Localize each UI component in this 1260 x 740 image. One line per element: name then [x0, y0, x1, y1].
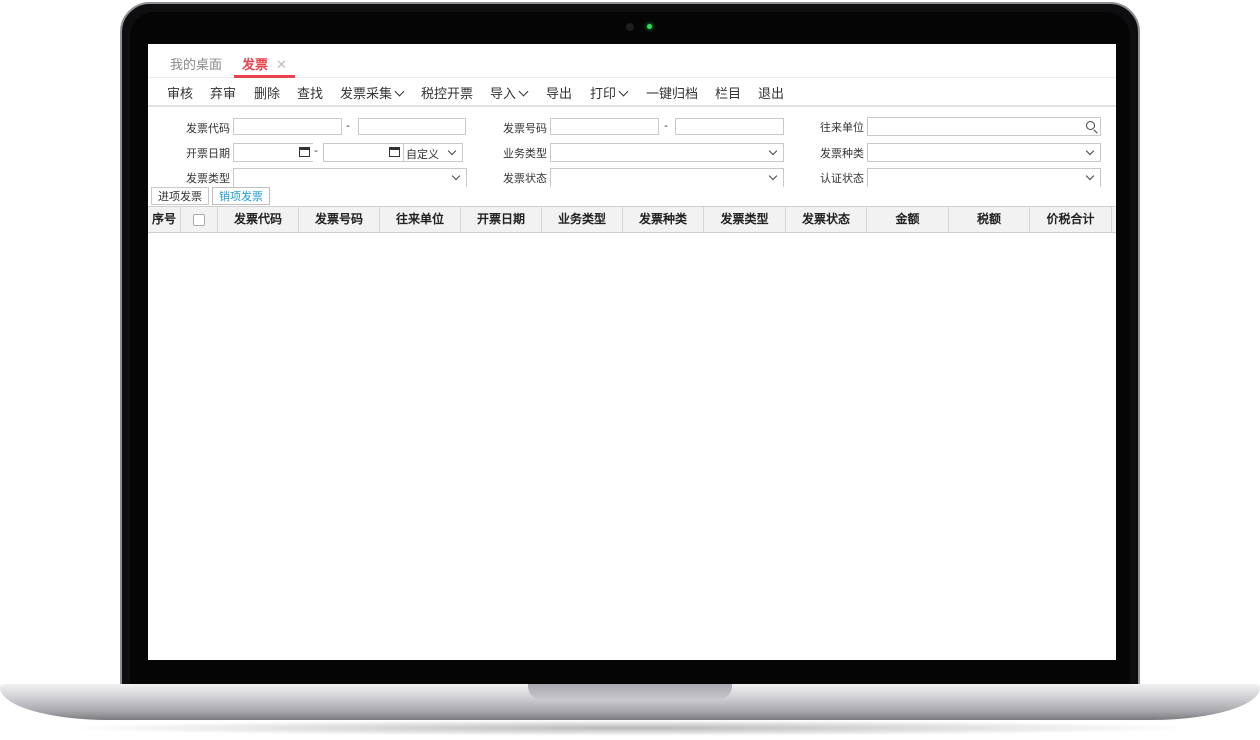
date-range-select[interactable]: 自定义 — [403, 143, 463, 162]
select-all-cell — [181, 207, 218, 232]
chevron-down-icon — [518, 86, 529, 97]
range-dash: - — [314, 144, 318, 157]
issue-date-label: 开票日期 — [186, 147, 230, 160]
invoice-status-label: 发票状态 — [503, 172, 547, 185]
calendar-icon[interactable] — [299, 147, 310, 157]
column-header[interactable]: 税额 — [949, 207, 1030, 232]
issue-date-to-input[interactable] — [323, 143, 403, 162]
column-header[interactable]: 发票代码 — [218, 207, 299, 232]
invoice-code-from-input[interactable] — [233, 118, 342, 135]
camera-led-icon — [647, 24, 652, 29]
column-header[interactable]: 金额 — [867, 207, 949, 232]
invoice-kind-label: 发票种类 — [820, 147, 864, 160]
chevron-down-icon — [1085, 171, 1095, 181]
invoice-number-label: 发票号码 — [503, 122, 547, 135]
column-header[interactable]: 往来单位 — [380, 207, 461, 232]
archive-button[interactable]: 一键归档 — [646, 83, 698, 102]
partner-label: 往来单位 — [820, 121, 864, 134]
tab-bar: 我的桌面 发票 ✕ — [148, 44, 1116, 78]
calendar-icon[interactable] — [389, 147, 400, 157]
import-menu[interactable]: 导入 — [490, 83, 529, 102]
range-dash: - — [346, 119, 350, 132]
tab-invoice[interactable]: 发票 ✕ — [234, 54, 295, 78]
print-menu[interactable]: 打印 — [590, 83, 629, 102]
tax-control-button[interactable]: 税控开票 — [421, 83, 473, 102]
import-label: 导入 — [490, 87, 517, 102]
chevron-down-icon — [618, 86, 629, 97]
column-header[interactable]: 发票状态 — [786, 207, 867, 232]
invoice-type-select[interactable] — [233, 168, 467, 187]
cert-status-label: 认证状态 — [820, 172, 864, 185]
chevron-down-icon — [451, 171, 461, 181]
laptop-shadow — [60, 720, 1200, 736]
column-header[interactable]: 发票类型 — [704, 207, 786, 232]
audit-button[interactable]: 审核 — [167, 83, 193, 102]
business-type-select[interactable] — [550, 143, 784, 162]
tab-input-invoice[interactable]: 进项发票 — [151, 187, 209, 205]
chevron-down-icon — [768, 146, 778, 156]
range-dash: - — [664, 119, 668, 132]
laptop-notch — [528, 684, 732, 700]
invoice-number-to-input[interactable] — [675, 118, 784, 135]
column-header[interactable]: 价税合计 — [1030, 207, 1112, 232]
search-icon[interactable] — [1086, 121, 1095, 130]
column-header[interactable]: 业务类型 — [542, 207, 623, 232]
column-header[interactable]: 开票日期 — [461, 207, 542, 232]
unaudit-button[interactable]: 弃审 — [210, 83, 236, 102]
invoice-type-label: 发票类型 — [186, 172, 230, 185]
app-window: 我的桌面 发票 ✕ 审核 弃审 删除 查找 发票采集 税控开票 导入 导出 打印 … — [148, 44, 1116, 660]
partner-input[interactable] — [867, 117, 1101, 136]
invoice-code-to-input[interactable] — [358, 118, 466, 135]
tab-desktop[interactable]: 我的桌面 — [170, 54, 222, 73]
column-header[interactable]: 序号 — [148, 207, 181, 232]
collect-label: 发票采集 — [340, 87, 393, 102]
export-button[interactable]: 导出 — [546, 83, 572, 102]
table-body — [148, 233, 1116, 660]
date-range-value: 自定义 — [406, 148, 439, 161]
collect-menu[interactable]: 发票采集 — [340, 83, 405, 102]
find-button[interactable]: 查找 — [297, 83, 323, 102]
tab-invoice-label: 发票 — [242, 58, 269, 73]
exit-button[interactable]: 退出 — [758, 83, 784, 102]
filter-form: 发票代码 - 发票号码 - 往来单位 开票日期 - 自定义 业务类型 发票种类 — [148, 106, 1116, 187]
tab-output-invoice[interactable]: 销项发票 — [212, 187, 270, 205]
invoice-status-select[interactable] — [550, 168, 784, 187]
invoice-kind-select[interactable] — [867, 143, 1101, 162]
cert-status-select[interactable] — [867, 168, 1101, 187]
invoice-number-from-input[interactable] — [550, 118, 659, 135]
camera-icon — [626, 23, 634, 31]
columns-button[interactable]: 栏目 — [715, 83, 741, 102]
chevron-down-icon — [447, 146, 457, 156]
column-header[interactable]: 发票号码 — [299, 207, 380, 232]
select-all-checkbox[interactable] — [193, 214, 205, 226]
business-type-label: 业务类型 — [503, 147, 547, 160]
close-icon[interactable]: ✕ — [276, 58, 287, 73]
delete-button[interactable]: 删除 — [254, 83, 280, 102]
invoice-code-label: 发票代码 — [186, 122, 230, 135]
chevron-down-icon — [394, 86, 405, 97]
issue-date-from-input[interactable] — [233, 143, 313, 162]
chevron-down-icon — [1085, 146, 1095, 156]
column-header[interactable]: 发票种类 — [623, 207, 704, 232]
chevron-down-icon — [768, 171, 778, 181]
print-label: 打印 — [590, 87, 617, 102]
table-header: 序号 发票代码 发票号码 往来单位 开票日期 业务类型 发票种类 发票类型 发票… — [148, 206, 1116, 233]
toolbar: 审核 弃审 删除 查找 发票采集 税控开票 导入 导出 打印 一键归档 栏目 退… — [148, 78, 1116, 107]
